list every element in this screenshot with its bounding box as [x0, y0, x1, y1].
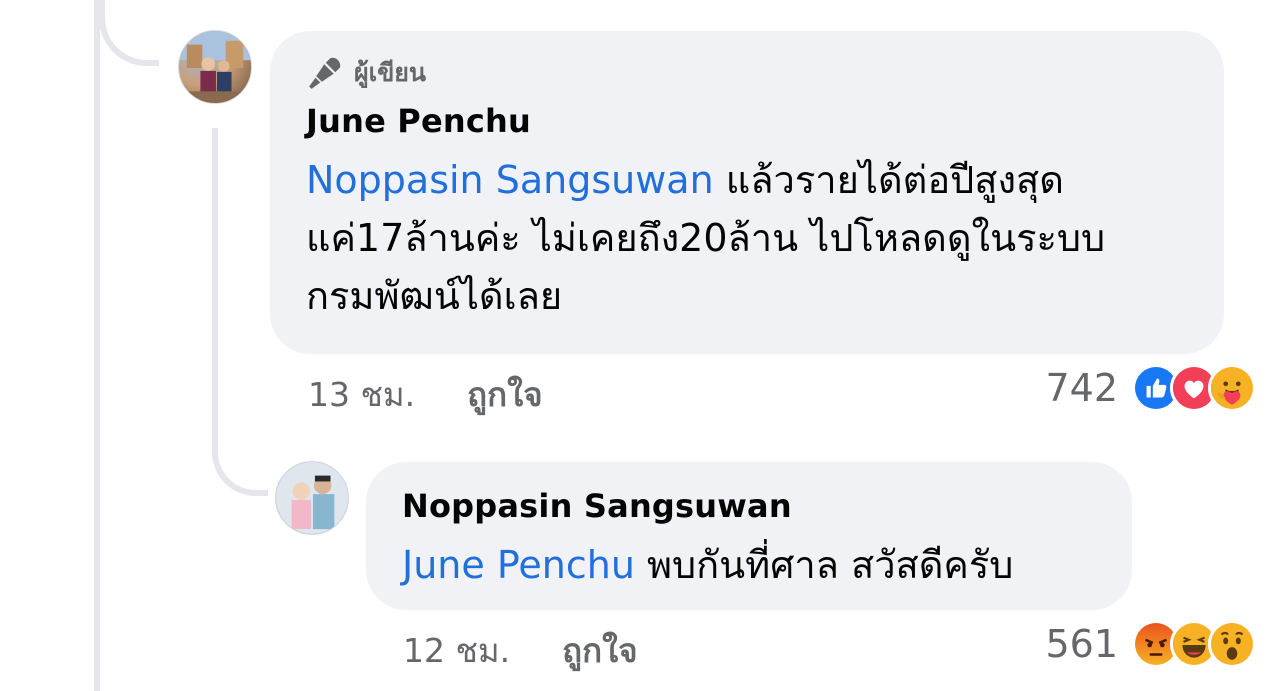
- thread-connector-reply: [212, 430, 268, 496]
- comment-text: June Penchu พบกันที่ศาล สวัสดีครับ: [402, 536, 1096, 594]
- reaction-summary[interactable]: 742: [1045, 364, 1256, 412]
- mention-link[interactable]: June Penchu: [402, 543, 635, 587]
- comment-text: Noppasin Sangsuwan แล้วรายได้ต่อปีสูงสุด…: [306, 151, 1188, 325]
- author-badge: ผู้เขียน: [306, 53, 1188, 93]
- comment-bubble: ผู้เขียน June Penchu Noppasin Sangsuwan …: [270, 31, 1224, 354]
- reaction-icons: [1132, 620, 1256, 668]
- avatar[interactable]: [178, 30, 252, 104]
- microphone-icon: [309, 57, 341, 89]
- comment-time[interactable]: 13 ชม.: [308, 368, 415, 421]
- care-icon: [1208, 364, 1256, 412]
- comment-time[interactable]: 12 ชม.: [403, 624, 510, 677]
- like-button[interactable]: ถูกใจ: [562, 624, 637, 677]
- wow-icon: [1208, 620, 1256, 668]
- like-button[interactable]: ถูกใจ: [467, 368, 542, 421]
- comment-text-line3: กรมพัฒน์ได้เลย: [306, 274, 563, 318]
- reaction-icons: [1132, 364, 1256, 412]
- comment-meta: 12 ชม. ถูกใจ: [403, 624, 638, 677]
- comment-bubble: Noppasin Sangsuwan June Penchu พบกันที่ศ…: [366, 462, 1132, 610]
- mention-link[interactable]: Noppasin Sangsuwan: [306, 158, 714, 202]
- comment-text-body: พบกันที่ศาล สวัสดีครับ: [634, 543, 1014, 587]
- reaction-count: 561: [1045, 622, 1118, 666]
- reaction-count: 742: [1045, 366, 1118, 410]
- comment-text-line1: แล้วรายได้ต่อปีสูงสุด: [713, 158, 1064, 202]
- avatar-photo: [276, 462, 348, 534]
- reaction-summary[interactable]: 561: [1045, 620, 1256, 668]
- author-badge-label: ผู้เขียน: [354, 58, 427, 87]
- thread-connector-top: [99, 0, 159, 66]
- thread-line-inner: [212, 128, 218, 458]
- comment-text-line2: แค่17ล้านค่ะ ไม่เคยถึง20ล้าน ไปโหลดดูในร…: [306, 216, 1106, 260]
- avatar-photo: [179, 31, 251, 103]
- thread-line-outer: [94, 0, 100, 691]
- avatar[interactable]: [275, 461, 349, 535]
- comment-author-name[interactable]: Noppasin Sangsuwan: [402, 484, 1096, 528]
- comment-meta: 13 ชม. ถูกใจ: [308, 368, 543, 421]
- comment-author-name[interactable]: June Penchu: [306, 99, 1188, 143]
